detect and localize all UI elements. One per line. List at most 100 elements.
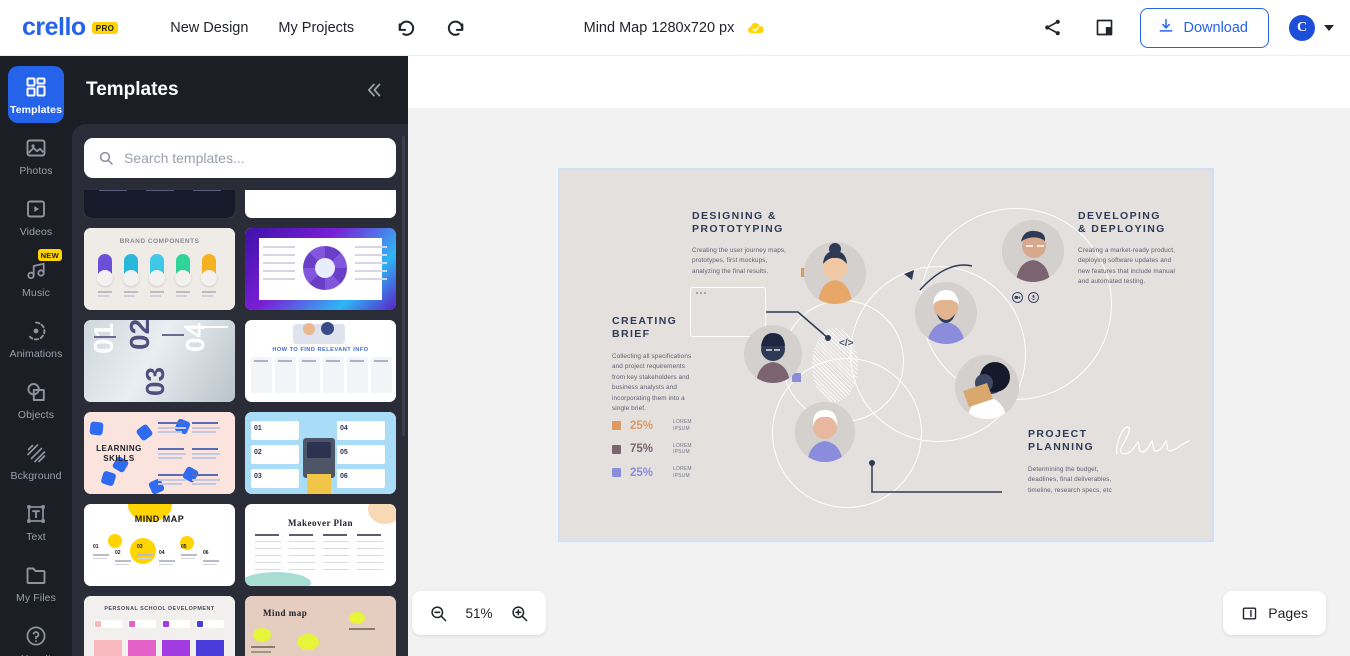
download-label: Download — [1183, 19, 1249, 36]
legend: 25% LOREM IPSUM 75% LOREM IPSUM 25% LOREM IPS… — [612, 419, 692, 490]
legend-row: 75% LOREM IPSUM — [612, 443, 692, 457]
avatar-manager — [915, 282, 977, 344]
template-card-brand-components[interactable]: BRAND COMPONENTS — [84, 228, 235, 310]
video-camera-icon — [1012, 292, 1023, 303]
pro-badge: PRO — [91, 21, 119, 34]
text-box-icon — [24, 502, 48, 526]
rail-item-label: Music — [22, 287, 50, 299]
header-nav: New Design My Projects — [170, 20, 354, 36]
legend-row: 25% LOREM IPSUM — [612, 419, 692, 433]
canvas-area[interactable]: DESIGNING & PROTOTYPING Creating the use… — [408, 108, 1350, 656]
double-chevron-left-icon[interactable] — [362, 79, 384, 101]
video-play-icon — [24, 197, 48, 221]
rail-item-label: Text — [26, 531, 46, 543]
template-card-learning-skills[interactable]: LEARNING SKILLS — [84, 412, 235, 494]
search-row — [72, 124, 408, 190]
rail-item-my-files[interactable]: My Files — [8, 554, 64, 611]
redo-icon[interactable] — [444, 17, 466, 39]
download-icon — [1157, 17, 1175, 39]
rail-item-label: Objects — [17, 409, 55, 421]
panel-scrollbar[interactable] — [402, 136, 405, 436]
zoom-out-icon[interactable] — [429, 604, 448, 623]
legend-percent: 25% — [630, 466, 654, 479]
legend-label: LOREM IPSUM — [673, 419, 692, 432]
avatar-planner — [795, 402, 855, 462]
rail-item-bckground[interactable]: Bckground — [8, 432, 64, 489]
background-hatch-icon — [24, 441, 48, 465]
rail-item-videos[interactable]: Videos — [8, 188, 64, 245]
question-circle-icon — [24, 624, 48, 648]
template-card-funnel-steps-dark[interactable] — [84, 190, 235, 218]
avatar-designer — [804, 242, 866, 304]
rail-item-how-it[interactable]: How It — [8, 615, 64, 656]
microphone-icon — [1028, 292, 1039, 303]
rail-item-music[interactable]: NEW Music — [8, 249, 64, 306]
rail-item-objects[interactable]: Objects — [8, 371, 64, 428]
photo-icon — [24, 136, 48, 160]
legend-percent: 25% — [630, 419, 654, 432]
search-box[interactable] — [84, 138, 396, 178]
template-card-mind-map-brown[interactable]: Mind map — [245, 596, 396, 656]
share-icon[interactable] — [1036, 11, 1070, 45]
avatar: C — [1289, 14, 1315, 41]
rail-item-label: Animations — [9, 348, 63, 360]
rail-item-label: Videos — [19, 226, 53, 238]
template-title: BRAND COMPONENTS — [119, 238, 200, 245]
artboard[interactable]: DESIGNING & PROTOTYPING Creating the use… — [558, 168, 1214, 542]
template-card-numbers-01-04[interactable]: 01 02 03 04 — [84, 320, 235, 402]
template-card-mind-map[interactable]: MIND MAP 01 02 03 04 05 06 — [84, 504, 235, 586]
account-menu[interactable]: C — [1289, 14, 1334, 41]
templates-panel: Templates BRAND COMPONENTS01020304H — [72, 56, 408, 656]
template-title: PERSONAL SCHOOL DEVELOPMENT — [104, 606, 215, 612]
avatar-developer — [1002, 220, 1064, 282]
header-actions: Download C — [1036, 7, 1334, 48]
search-input[interactable] — [124, 150, 382, 166]
objects-shapes-icon — [24, 380, 48, 404]
avatar-analyst — [744, 325, 802, 383]
pages-button[interactable]: Pages — [1223, 591, 1326, 635]
template-title: LEARNING — [96, 444, 142, 453]
undo-icon[interactable] — [396, 17, 418, 39]
pages-label: Pages — [1268, 605, 1308, 621]
rail-item-photos[interactable]: Photos — [8, 127, 64, 184]
legend-swatch — [612, 444, 621, 454]
search-icon — [98, 150, 114, 166]
template-title: SKILLS — [103, 454, 135, 463]
legend-swatch — [612, 421, 621, 431]
template-card-six-steps-blue[interactable]: 01 04 02 05 03 06 — [245, 412, 396, 494]
rail-item-text[interactable]: Text — [8, 493, 64, 550]
avatar-researcher — [955, 355, 1019, 419]
legend-label: LOREM IPSUM — [673, 442, 692, 456]
panel-header: Templates — [72, 56, 408, 124]
template-card-makeover-plan[interactable]: Makeover Plan — [245, 504, 396, 586]
template-card-how-to-find-relevant-info[interactable]: HOW TO FIND RELEVANT INFO — [245, 320, 396, 402]
connector-node-bottom — [869, 460, 875, 466]
nav-my-projects[interactable]: My Projects — [278, 20, 354, 36]
rail-item-templates[interactable]: Templates — [8, 66, 64, 123]
template-card-health-circle-wheel[interactable] — [245, 228, 396, 310]
template-title: HOW TO FIND RELEVANT INFO — [272, 347, 369, 353]
new-badge: NEW — [37, 249, 62, 261]
rail-item-label: My Files — [16, 592, 56, 604]
document-title[interactable]: Mind Map 1280x720 px — [584, 20, 735, 36]
history-buttons — [396, 17, 466, 39]
zoom-in-icon[interactable] — [510, 604, 529, 623]
folder-icon — [24, 563, 48, 587]
template-title: Makeover Plan — [287, 518, 354, 528]
rail-item-label: Templates — [9, 104, 63, 116]
legend-swatch — [612, 468, 621, 478]
resize-icon[interactable] — [1088, 11, 1122, 45]
left-rail: Templates Photos Videos NEW Music Animations O… — [0, 56, 72, 656]
legend-percent: 75% — [630, 443, 654, 456]
panel-body: BRAND COMPONENTS 01020304 HOW TO FIND RELE… — [72, 124, 408, 656]
animation-orbit-icon — [24, 319, 48, 343]
template-card-four-column-icons[interactable] — [245, 190, 396, 218]
nav-new-design[interactable]: New Design — [170, 20, 248, 36]
legend-row: 25% LOREM IPSUM — [612, 466, 692, 480]
rail-item-animations[interactable]: Animations — [8, 310, 64, 367]
download-button[interactable]: Download — [1139, 7, 1269, 48]
panel-title: Templates — [86, 79, 179, 100]
canvas-toolbar — [408, 56, 1350, 108]
crello-logo[interactable]: crello PRO — [22, 15, 119, 40]
template-card-personal-school-development[interactable]: PERSONAL SCHOOL DEVELOPMENT — [84, 596, 235, 656]
